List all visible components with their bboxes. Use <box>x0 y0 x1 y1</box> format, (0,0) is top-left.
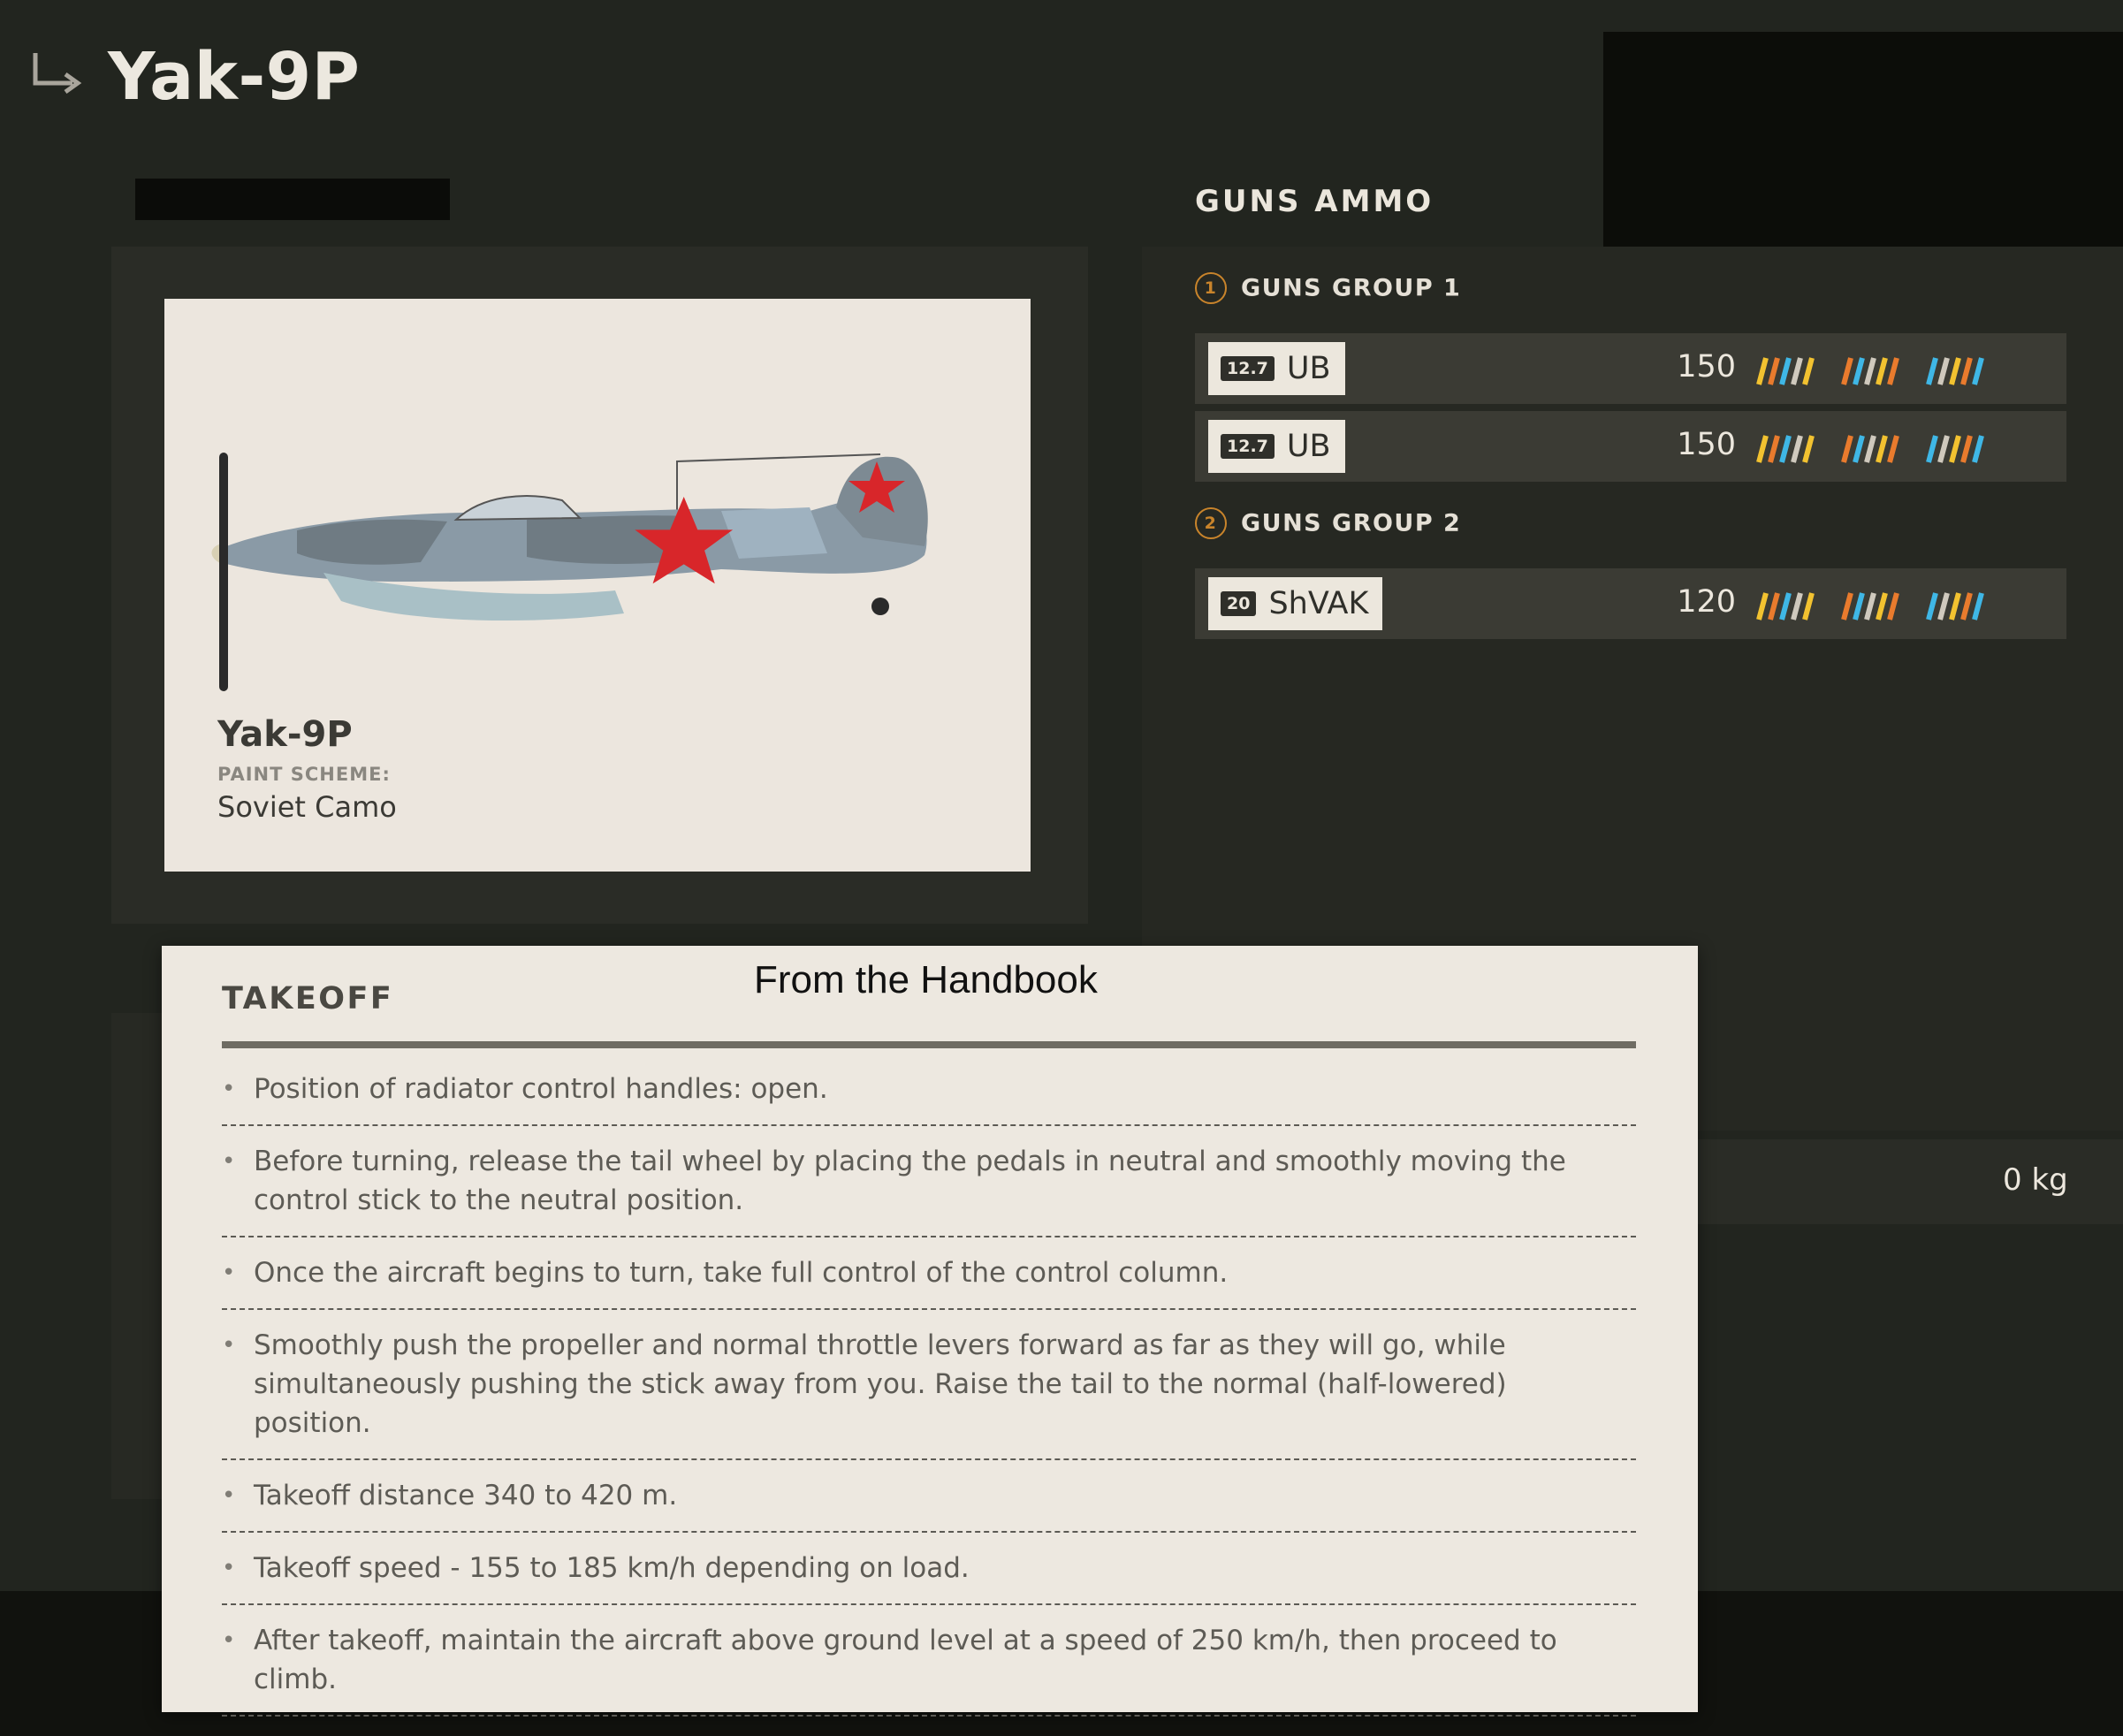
paint-scheme-value: Soviet Camo <box>217 790 397 824</box>
handbook-title: From the Handbook <box>754 958 1098 1001</box>
belt-stripe <box>1876 435 1888 463</box>
caliber-badge: 20 <box>1221 591 1257 616</box>
gun-tag: 20 ShVAK <box>1208 577 1383 630</box>
caliber-badge: 12.7 <box>1221 434 1275 459</box>
redacted-label <box>135 179 450 220</box>
belt-stripe <box>1876 592 1888 621</box>
belt-stripe <box>1949 592 1961 621</box>
belt-stripe <box>1864 592 1876 621</box>
gun-row[interactable]: 20 ShVAK 120 <box>1195 568 2066 639</box>
belt-stripe <box>1802 357 1815 385</box>
belt-stripe <box>1926 435 1938 463</box>
belt-stripe <box>1779 357 1792 385</box>
belt-stripe <box>1768 357 1780 385</box>
belt-stripe <box>1756 435 1769 463</box>
belt-stripe <box>1960 357 1973 385</box>
belt-stripe <box>1853 592 1865 621</box>
group-label: GUNS GROUP 1 <box>1241 274 1462 302</box>
belt-stripe <box>1841 435 1853 463</box>
guns-group-1-header: 1 GUNS GROUP 1 <box>1195 272 1461 304</box>
belt-stripe <box>1802 435 1815 463</box>
belt-stripe <box>1864 357 1876 385</box>
redacted-region <box>1603 32 2123 249</box>
belt-stripe <box>1876 357 1888 385</box>
belt-stripe <box>1887 435 1899 463</box>
gun-name: ShVAK <box>1268 586 1369 621</box>
ammo-belt-icon <box>1756 435 1984 463</box>
belt-stripe <box>1937 592 1950 621</box>
handbook-section-title: TAKEOFF <box>222 981 394 1016</box>
belt-stripe <box>1779 592 1792 621</box>
gun-name: UB <box>1286 351 1331 386</box>
belt-stripe <box>1887 357 1899 385</box>
paint-scheme-label: PAINT SCHEME: <box>217 764 391 785</box>
belt-stripe <box>1972 357 1984 385</box>
aircraft-card[interactable]: Yak-9P PAINT SCHEME: Soviet Camo <box>164 299 1031 872</box>
caliber-badge: 12.7 <box>1221 356 1275 381</box>
group-label: GUNS GROUP 2 <box>1241 509 1462 537</box>
belt-stripe <box>1972 592 1984 621</box>
belt-stripe <box>1937 357 1950 385</box>
ammo-count: 150 <box>1677 349 1736 385</box>
ammo-title: GUNS AMMO <box>1195 184 1434 219</box>
group-number-badge: 1 <box>1195 272 1227 304</box>
list-item: Once the aircraft begins to turn, take f… <box>222 1237 1636 1310</box>
list-item: After takeoff, maintain the aircraft abo… <box>222 1605 1636 1717</box>
section-divider <box>222 1041 1636 1048</box>
belt-stripe <box>1960 435 1973 463</box>
ammo-count: 120 <box>1677 584 1736 620</box>
belt-stripe <box>1853 435 1865 463</box>
handbook-list: Position of radiator control handles: op… <box>222 1054 1636 1717</box>
list-item: Position of radiator control handles: op… <box>222 1054 1636 1126</box>
belt-stripe <box>1926 592 1938 621</box>
ammo-belt-icon <box>1756 357 1984 385</box>
payload-weight: 0 kg <box>2003 1162 2068 1198</box>
gun-tag: 12.7 UB <box>1208 342 1345 395</box>
belt-stripe <box>1864 435 1876 463</box>
list-item: Before turning, release the tail wheel b… <box>222 1126 1636 1237</box>
group-number-badge: 2 <box>1195 507 1227 539</box>
list-item: Takeoff distance 340 to 420 m. <box>222 1460 1636 1533</box>
belt-stripe <box>1972 435 1984 463</box>
belt-stripe <box>1887 592 1899 621</box>
ammo-count: 150 <box>1677 427 1736 462</box>
aircraft-name: Yak-9P <box>217 714 353 755</box>
belt-stripe <box>1779 435 1792 463</box>
belt-stripe <box>1926 357 1938 385</box>
gun-name: UB <box>1286 429 1331 464</box>
belt-stripe <box>1791 357 1803 385</box>
list-item: Smoothly push the propeller and normal t… <box>222 1310 1636 1460</box>
belt-stripe <box>1853 357 1865 385</box>
belt-stripe <box>1768 592 1780 621</box>
belt-stripe <box>1949 357 1961 385</box>
guns-group-2-header: 2 GUNS GROUP 2 <box>1195 507 1461 539</box>
belt-stripe <box>1768 435 1780 463</box>
belt-stripe <box>1791 435 1803 463</box>
belt-stripe <box>1791 592 1803 621</box>
gun-tag: 12.7 UB <box>1208 420 1345 473</box>
gun-row[interactable]: 12.7 UB 150 <box>1195 411 2066 482</box>
return-arrow-icon[interactable] <box>30 51 85 99</box>
belt-stripe <box>1937 435 1950 463</box>
handbook-popup[interactable]: TAKEOFF From the Handbook Position of ra… <box>162 946 1698 1717</box>
ammo-belt-icon <box>1756 592 1984 621</box>
belt-stripe <box>1841 592 1853 621</box>
belt-stripe <box>1802 592 1815 621</box>
belt-stripe <box>1949 435 1961 463</box>
list-item: Takeoff speed - 155 to 185 km/h dependin… <box>222 1533 1636 1605</box>
aircraft-image <box>211 453 928 691</box>
page-title: Yak-9P <box>108 39 361 115</box>
belt-stripe <box>1756 592 1769 621</box>
belt-stripe <box>1756 357 1769 385</box>
gun-row[interactable]: 12.7 UB 150 <box>1195 333 2066 404</box>
belt-stripe <box>1960 592 1973 621</box>
belt-stripe <box>1841 357 1853 385</box>
